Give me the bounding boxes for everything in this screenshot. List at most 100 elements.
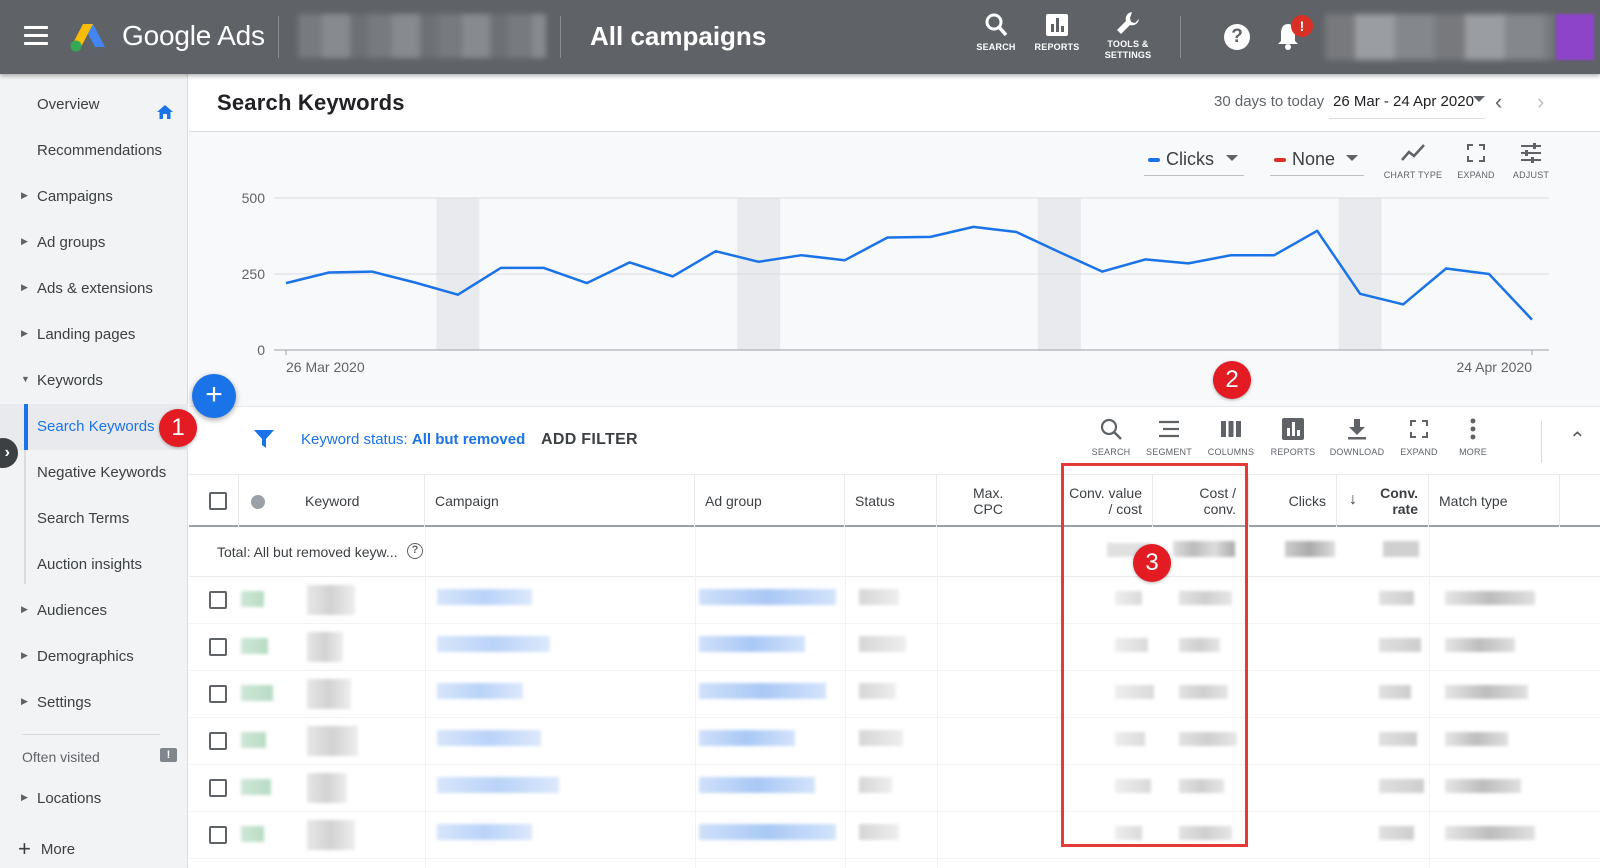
add-keyword-button[interactable]: + xyxy=(192,374,236,418)
column-header-campaign[interactable]: Campaign xyxy=(425,475,695,527)
filter-icon[interactable] xyxy=(253,429,275,449)
more-label: MORE xyxy=(1459,447,1487,457)
expand-icon xyxy=(1467,144,1485,162)
sidebar-item-settings[interactable]: ▶ Settings xyxy=(0,680,188,726)
avatar[interactable] xyxy=(1556,14,1594,60)
chart-expand-button[interactable]: EXPAND xyxy=(1455,142,1497,180)
column-header-keyword[interactable]: Keyword xyxy=(239,475,425,527)
reports-button[interactable]: REPORTS xyxy=(1034,12,1080,53)
sidebar-more[interactable]: + More xyxy=(18,836,75,862)
top-bar: Google Ads All campaigns SEARCH REPORTS … xyxy=(0,0,1600,74)
menu-icon[interactable] xyxy=(24,26,48,46)
sidebar-item-keywords[interactable]: ▼ Keywords xyxy=(0,358,188,404)
row-checkbox[interactable] xyxy=(209,732,227,750)
sidebar-item-search-terms[interactable]: Search Terms xyxy=(0,496,188,542)
previous-period-icon[interactable]: ‹ xyxy=(1495,89,1502,115)
segment-icon xyxy=(1159,420,1179,438)
table-row[interactable] xyxy=(189,765,1600,812)
sidebar-item-landing-pages[interactable]: ▶ Landing pages xyxy=(0,312,188,358)
chart-type-button[interactable]: CHART TYPE xyxy=(1383,142,1443,180)
select-all-checkbox[interactable] xyxy=(209,492,227,510)
adjust-icon xyxy=(1521,143,1541,163)
metric-selector-none[interactable]: None xyxy=(1270,144,1364,176)
columns-button[interactable]: COLUMNS xyxy=(1205,417,1257,457)
sidebar-item-auction-insights[interactable]: Auction insights xyxy=(0,542,188,588)
table-row[interactable] xyxy=(189,624,1600,671)
row-checkbox[interactable] xyxy=(209,638,227,656)
sidebar-item-label: Campaigns xyxy=(37,188,113,205)
add-filter-button[interactable]: ADD FILTER xyxy=(541,431,638,449)
redacted-cell xyxy=(307,679,351,709)
feedback-icon[interactable]: ! xyxy=(160,748,177,762)
chevron-down-icon[interactable] xyxy=(1473,96,1485,102)
redacted-cell xyxy=(1445,638,1515,652)
column-header-max-cpc[interactable]: Max. CPC xyxy=(937,475,1063,527)
row-checkbox[interactable] xyxy=(209,779,227,797)
columns-icon xyxy=(1221,421,1241,437)
column-label: Clicks xyxy=(1288,493,1326,509)
column-header-clicks[interactable]: Clicks xyxy=(1249,475,1337,527)
sidebar-item-overview[interactable]: Overview xyxy=(0,82,188,128)
column-header-status[interactable]: Status xyxy=(845,475,937,527)
table-row[interactable] xyxy=(189,671,1600,718)
redacted-cell xyxy=(1379,685,1411,699)
chart-adjust-button[interactable]: ADJUST xyxy=(1509,142,1553,180)
download-label: DOWNLOAD xyxy=(1329,447,1385,457)
sidebar-item-ads-extensions[interactable]: ▶ Ads & extensions xyxy=(0,266,188,312)
tools-settings-button[interactable]: TOOLS & SETTINGS xyxy=(1100,10,1156,61)
table-row[interactable] xyxy=(189,812,1600,859)
tools-label: TOOLS & SETTINGS xyxy=(1104,39,1152,60)
series-swatch xyxy=(1274,158,1286,162)
sidebar-item-recommendations[interactable]: Recommendations xyxy=(0,128,188,174)
y-tick-label: 250 xyxy=(242,266,266,282)
column-header-ad-group[interactable]: Ad group xyxy=(695,475,845,527)
sidebar-item-audiences[interactable]: ▶ Audiences xyxy=(0,588,188,634)
sidebar-item-campaigns[interactable]: ▶ Campaigns xyxy=(0,174,188,220)
redacted-cell xyxy=(241,685,274,701)
sidebar-item-negative-keywords[interactable]: Negative Keywords xyxy=(0,450,188,496)
column-header-match-type[interactable]: Match type xyxy=(1429,475,1560,527)
search-label: SEARCH xyxy=(1091,447,1131,457)
table-row[interactable] xyxy=(189,577,1600,624)
sidebar-item-label: Auction insights xyxy=(37,556,143,573)
x-tick-label: 24 Apr 2020 xyxy=(1456,359,1532,375)
next-period-icon[interactable]: › xyxy=(1537,89,1544,115)
redacted-cell xyxy=(437,636,550,652)
table-search-button[interactable]: SEARCH xyxy=(1089,417,1133,457)
sidebar-item-ad-groups[interactable]: ▶ Ad groups xyxy=(0,220,188,266)
series-swatch xyxy=(1148,158,1160,162)
column-header-conv-rate[interactable]: ↓ Conv. rate xyxy=(1337,475,1429,527)
metric-label: None xyxy=(1292,149,1336,169)
sidebar-item-label: Ads & extensions xyxy=(37,280,153,297)
help-icon[interactable]: ? xyxy=(1224,24,1250,50)
redacted-cell xyxy=(307,632,343,662)
row-checkbox[interactable] xyxy=(209,685,227,703)
search-button[interactable]: SEARCH xyxy=(976,12,1016,53)
help-circle-icon[interactable]: ? xyxy=(407,543,423,559)
redacted-cell xyxy=(1379,732,1418,746)
row-checkbox[interactable] xyxy=(209,826,227,844)
table-row[interactable] xyxy=(189,718,1600,765)
sidebar-item-demographics[interactable]: ▶ Demographics xyxy=(0,634,188,680)
redacted-cell xyxy=(437,730,541,746)
more-button[interactable]: MORE xyxy=(1453,417,1493,457)
account-selector[interactable] xyxy=(298,14,546,58)
sidebar-item-locations[interactable]: ▶ Locations xyxy=(0,776,188,822)
row-checkbox[interactable] xyxy=(209,591,227,609)
date-range-selector[interactable]: 26 Mar - 24 Apr 2020 xyxy=(1333,93,1474,110)
plus-icon: + xyxy=(18,836,31,861)
keyword-status-filter[interactable]: Keyword status: All but removed xyxy=(301,431,525,448)
sidebar-item-label: Overview xyxy=(37,96,100,113)
select-all-header xyxy=(189,475,239,527)
redacted-cell xyxy=(437,777,559,793)
table-expand-button[interactable]: EXPAND xyxy=(1397,417,1441,457)
date-range-label: 30 days to today xyxy=(1214,93,1325,110)
metric-selector-clicks[interactable]: Clicks xyxy=(1144,144,1244,176)
segment-button[interactable]: SEGMENT xyxy=(1145,417,1193,457)
column-label: Match type xyxy=(1439,493,1508,509)
redacted-cell xyxy=(1379,826,1414,840)
download-button[interactable]: DOWNLOAD xyxy=(1329,417,1385,457)
collapse-chevron-up-icon[interactable]: ⌃ xyxy=(1569,427,1586,452)
redacted-cell xyxy=(699,824,836,840)
table-reports-button[interactable]: REPORTS xyxy=(1269,417,1317,457)
